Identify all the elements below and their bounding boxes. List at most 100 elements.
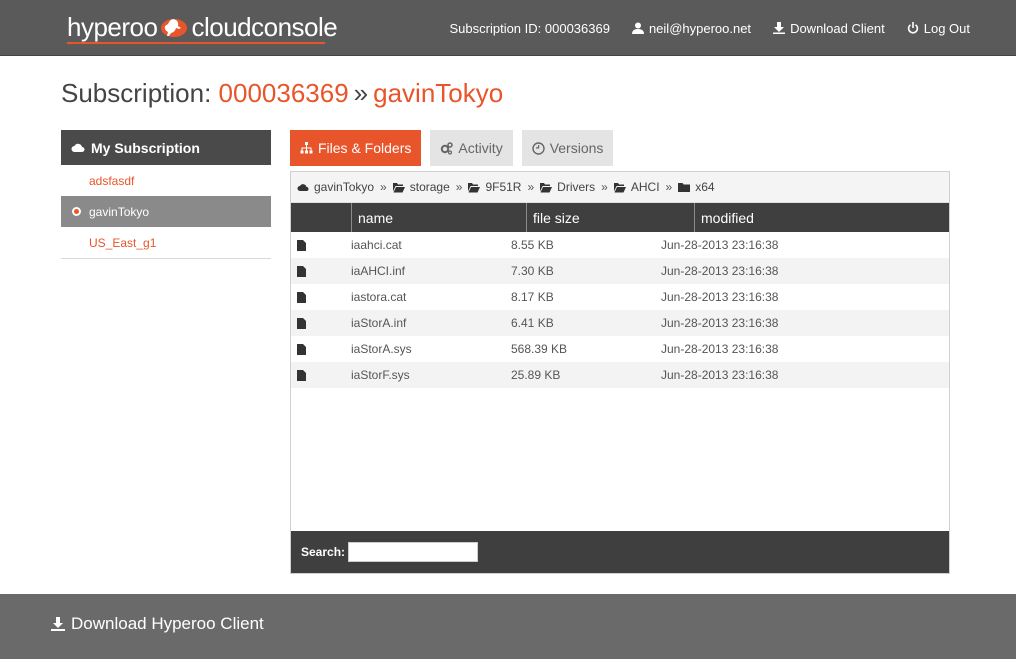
sidebar-item-label: gavinTokyo (89, 204, 150, 219)
title-subscription-id[interactable]: 000036369 (219, 78, 349, 108)
cloud-icon (297, 183, 309, 191)
table-row[interactable]: iaahci.cat 8.55 KB Jun-28-2013 23:16:38 (291, 232, 949, 258)
breadcrumb-separator: » (455, 180, 463, 194)
breadcrumb-label: x64 (695, 180, 715, 194)
tab-versions[interactable]: Versions (521, 130, 614, 166)
title-computer: gavinTokyo (373, 78, 504, 108)
breadcrumb-label: 9F51R (485, 180, 522, 194)
user-icon (631, 22, 644, 34)
table-row[interactable]: iastora.cat 8.17 KB Jun-28-2013 23:16:38 (291, 284, 949, 310)
file-size: 6.41 KB (511, 316, 554, 330)
user-email: neil@hyperoo.net (648, 20, 752, 36)
sidebar-item-label: adsfasdf (89, 173, 135, 188)
breadcrumb-item[interactable]: 9F51R (468, 180, 521, 194)
kangaroo-logo-icon (161, 19, 188, 37)
sidebar-item-adsfasdf[interactable]: adsfasdf (61, 165, 271, 196)
title-separator: » (353, 78, 369, 108)
sidebar-divider (61, 258, 271, 259)
file-name: iastora.cat (351, 290, 407, 304)
file-size: 8.55 KB (511, 238, 554, 252)
logo-text-right: cloudconsole (191, 11, 338, 42)
breadcrumb-separator: » (665, 180, 673, 194)
search-label: Search: (301, 545, 346, 559)
file-modified: Jun-28-2013 23:16:38 (661, 290, 779, 304)
table-header: name file size modified (291, 203, 949, 232)
column-header-modified[interactable]: modified (694, 203, 949, 232)
file-size: 568.39 KB (511, 342, 568, 356)
top-bar: hyperoo cloudconsole Subscription ID: 00… (0, 0, 1016, 56)
file-modified: Jun-28-2013 23:16:38 (661, 342, 779, 356)
selected-radio-icon (72, 207, 81, 216)
sidebar-heading: My Subscription (61, 130, 271, 165)
breadcrumb-separator: » (601, 180, 608, 194)
breadcrumb: gavinTokyo » storage » 9F51R » Drivers »… (291, 172, 949, 203)
breadcrumb-separator: » (380, 180, 387, 194)
tab-label: Versions (549, 140, 604, 156)
download-client-link[interactable]: Download Client (773, 21, 885, 36)
download-hyperoo-client-label: Download Hyperoo Client (71, 614, 264, 633)
sidebar-item-gavintokyo[interactable]: gavinTokyo (61, 196, 271, 227)
file-icon (297, 369, 306, 381)
breadcrumb-item[interactable]: gavinTokyo (297, 180, 374, 194)
clock-icon (532, 141, 545, 155)
power-icon (907, 22, 918, 34)
tab-label: Activity (458, 140, 503, 156)
file-modified: Jun-28-2013 23:16:38 (661, 316, 779, 330)
footer: Download Hyperoo Client (0, 594, 1016, 659)
top-nav: Subscription ID: 000036369 neil@hyperoo.… (450, 0, 971, 56)
download-icon (773, 22, 786, 34)
title-prefix: Subscription: (61, 78, 219, 108)
table-row[interactable]: iaStorF.sys 25.89 KB Jun-28-2013 23:16:3… (291, 362, 949, 388)
breadcrumb-label: Drivers (557, 180, 596, 194)
search-input[interactable] (348, 542, 479, 562)
file-name: iaahci.cat (351, 238, 402, 252)
file-icon (297, 317, 306, 329)
breadcrumb-item[interactable]: AHCI (613, 180, 660, 194)
breadcrumb-item[interactable]: storage (392, 180, 450, 194)
subscription-id-label: Subscription ID: 000036369 (450, 21, 610, 36)
breadcrumb-label: storage (409, 180, 450, 194)
user-account-link[interactable]: neil@hyperoo.net (631, 20, 752, 36)
table-row[interactable]: iaStorA.sys 568.39 KB Jun-28-2013 23:16:… (291, 336, 949, 362)
table-row[interactable]: iaAHCI.inf 7.30 KB Jun-28-2013 23:16:38 (291, 258, 949, 284)
logout-link[interactable]: Log Out (907, 21, 970, 36)
sidebar-item-label: US_East_g1 (89, 235, 157, 250)
file-icon (297, 265, 306, 277)
logo[interactable]: hyperoo cloudconsole (67, 10, 338, 44)
breadcrumb-item[interactable]: Drivers (540, 180, 595, 194)
tab-bar: Files & Folders Activity Versions (290, 130, 614, 166)
column-header-icon (291, 203, 351, 232)
file-modified: Jun-28-2013 23:16:38 (661, 238, 779, 252)
sidebar-item-us-east-g1[interactable]: US_East_g1 (61, 227, 271, 258)
subscription-id-text: Subscription ID: 000036369 (449, 20, 610, 36)
file-icon (297, 291, 306, 303)
file-modified: Jun-28-2013 23:16:38 (661, 264, 779, 278)
logout-label: Log Out (923, 20, 970, 36)
folder-open-icon (613, 182, 626, 192)
gears-icon (441, 141, 454, 155)
breadcrumb-separator: » (527, 180, 535, 194)
folder-icon (678, 182, 691, 192)
logo-text-left: hyperoo (67, 11, 158, 42)
folder-open-icon (468, 182, 481, 192)
file-modified: Jun-28-2013 23:16:38 (661, 368, 779, 382)
table-row[interactable]: iaStorA.inf 6.41 KB Jun-28-2013 23:16:38 (291, 310, 949, 336)
tab-files-folders[interactable]: Files & Folders (290, 130, 422, 166)
file-size: 25.89 KB (511, 368, 561, 382)
tab-label: Files & Folders (318, 140, 412, 156)
file-name: iaAHCI.inf (351, 264, 406, 278)
file-name: iaStorA.inf (351, 316, 407, 330)
folder-open-icon (540, 182, 553, 192)
download-icon (51, 617, 65, 631)
file-icon (297, 343, 306, 355)
file-name: iaStorA.sys (351, 342, 412, 356)
column-header-size[interactable]: file size (526, 203, 694, 232)
tab-activity[interactable]: Activity (430, 130, 513, 166)
download-client-label: Download Client (790, 20, 885, 36)
download-hyperoo-client-link[interactable]: Download Hyperoo Client (51, 594, 264, 654)
file-browser-panel: gavinTokyo » storage » 9F51R » Drivers »… (290, 171, 950, 574)
file-size: 7.30 KB (511, 264, 554, 278)
sidebar-heading-label: My Subscription (91, 139, 200, 156)
breadcrumb-item-current: x64 (678, 180, 715, 194)
column-header-name[interactable]: name (351, 203, 526, 232)
